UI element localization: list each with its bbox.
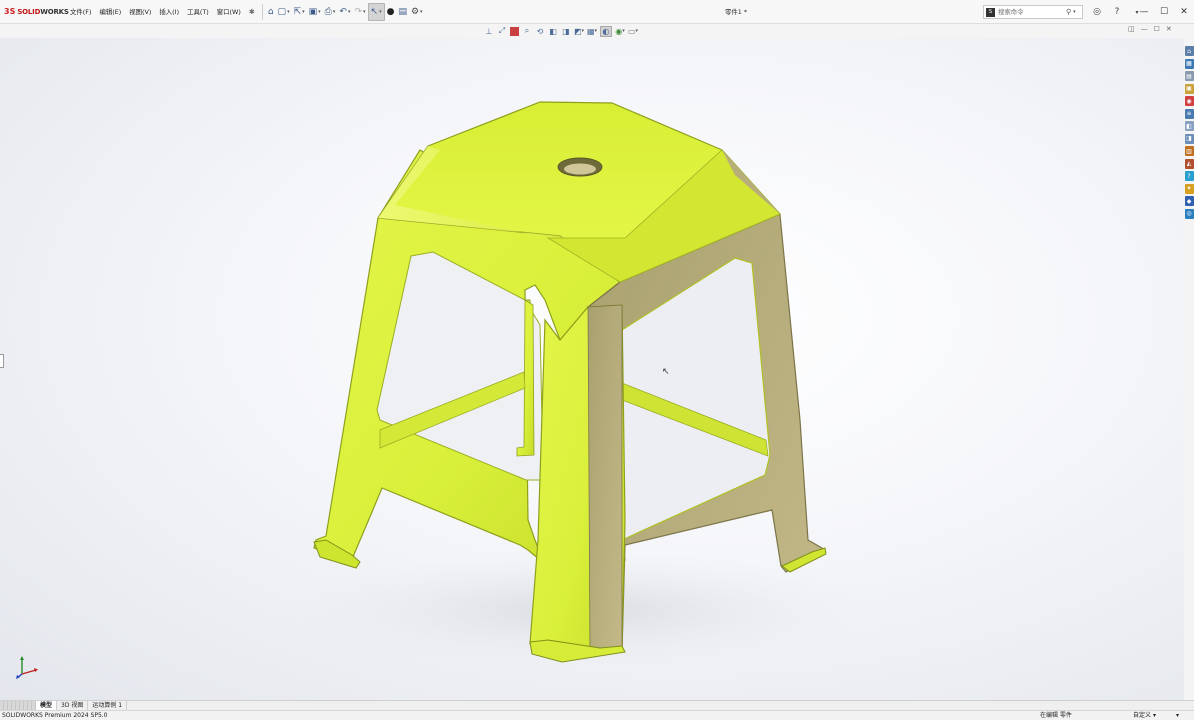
editing-status: 在编辑 零件 [1040,712,1072,719]
learning-icon[interactable]: ◎ [1184,208,1194,219]
product-version: SOLIDWORKS Premium 2024 SP5.0 [2,712,108,719]
search-commands: S ⚲ ▾ [983,5,1083,19]
heads-up-view-toolbar: ⊥ ⤢ ⌕ ⟲ ◧ ◨ ◩ ▾ ▦ ▾ ◐ ◉ ▾ ▭ ▾ [484,24,638,38]
tab-scroll-controls[interactable] [0,701,36,710]
menu-tools[interactable]: 工具(T) [183,0,213,24]
unit-system-label: 自定义 [1133,712,1152,719]
unit-system[interactable]: 自定义 ▾ [1133,711,1156,720]
menu-file[interactable]: 文件(F) [66,0,95,24]
undo-icon[interactable]: ↶ ▾ [337,3,352,21]
apply-scene-icon[interactable]: ◉ ▾ [615,26,625,37]
status-help-icon[interactable]: ▾ [1176,711,1179,720]
edit-appearance-icon[interactable]: ◐ [600,25,612,37]
feature-manager-expand-handle[interactable] [0,354,4,368]
toolbox-icon[interactable]: ▥ [1184,146,1194,156]
title-menu-bar: 3S SOLIDWORKS 文件(F) 编辑(E) 视图(V) 插入(I) 工具… [0,0,1194,24]
menu-view[interactable]: 视图(V) [125,0,155,24]
display-settings-icon[interactable]: ▭ ▾ [628,26,638,37]
reference-triad-icon [16,656,38,679]
front-center-leg-shaded [587,304,623,651]
command-search-icon[interactable]: S [986,7,995,17]
solidworks-window: 3S SOLIDWORKS 文件(F) 编辑(E) 视图(V) 插入(I) 工具… [0,0,1194,720]
zoom-to-fit-icon[interactable]: ⤢ [497,26,507,37]
viewport-restore-icon[interactable]: ◫ [1128,25,1135,33]
dynamic-annotation-icon[interactable]: ◧ [548,26,558,37]
view-palette-icon[interactable]: ▣ [1184,83,1194,94]
home-icon[interactable]: ⌂ [266,3,276,21]
task-pane: ⌂ ▦ ▤ ▣ ◉ ≡ ◧ ◨ ▥ ◭ ? ✦ ◆ ◎ [1184,46,1194,226]
search-dropdown-icon[interactable]: ▾ [1073,9,1076,15]
document-title: 零件1 * [724,8,748,16]
maximize-icon[interactable]: ☐ [1154,0,1174,24]
window-controls: — ☐ ✕ [1134,0,1194,24]
save-icon[interactable]: ▣ ▾ [307,3,323,21]
tab-3d-views[interactable]: 3D 视图 [57,701,89,710]
menu-window[interactable]: 窗口(W) [213,0,245,24]
help-icon[interactable]: ? [1110,4,1124,20]
status-bar: SOLIDWORKS Premium 2024 SP5.0 在编辑 零件 自定义… [0,710,1194,720]
open-icon[interactable]: ⇱ ▾ [292,3,307,21]
solidworks-forum-icon[interactable]: ◧ [1184,121,1194,131]
toolbar-separator [261,3,263,20]
file-explorer-icon[interactable]: ▤ [1184,71,1194,81]
brand-name: SOLIDWORKS [17,7,69,16]
viewport-maximize-icon[interactable]: ☐ [1154,25,1160,33]
options-icon[interactable]: ⚙ ▾ [409,3,425,21]
menu-insert[interactable]: 插入(I) [155,0,183,24]
view-settings-icon[interactable]: ◨ [561,26,571,37]
view-orientation-icon[interactable]: ⊥ [484,26,494,37]
solidworks-resources-icon[interactable]: ⌂ [1184,46,1194,56]
ds-logo-icon: 3S [4,7,16,16]
search-box: S ⚲ ▾ [983,5,1083,19]
document-tabs-bar: 模型 3D 视图 运动算例 1 [0,700,1194,710]
zoom-area-icon[interactable]: ⌕ [522,26,532,37]
select-icon[interactable]: ↖ ▾ [367,2,385,21]
print-icon[interactable]: ⎙ ▾ [323,3,338,21]
hide-show-icon[interactable]: ▦ ▾ [587,26,597,37]
quick-access-toolbar: ⌂ ▢ ▾ ⇱ ▾ ▣ ▾ ⎙ ▾ ↶ ▾ ↷ ▾ ↖ ▾ ● ▤ ⚙ ▾ [266,0,425,24]
display-style-icon[interactable]: ◩ ▾ [574,26,584,37]
file-properties-icon[interactable]: ▤ [396,3,409,21]
appearances-icon[interactable]: ◉ [1184,96,1194,106]
tab-model[interactable]: 模型 [36,701,58,710]
menu-edit[interactable]: 编辑(E) [95,0,125,24]
search-input[interactable] [998,8,1064,16]
previous-view-icon[interactable]: ⟲ [535,26,545,37]
redo-icon[interactable]: ↷ ▾ [352,3,367,21]
pin-menu-icon[interactable]: ✱ [245,0,259,24]
custom-properties-icon[interactable]: ≡ [1184,108,1194,119]
viewport-close-icon[interactable]: ✕ [1166,25,1172,33]
3dexperience-icon[interactable]: ◨ [1184,133,1194,144]
viewport-window-controls: ◫ — ☐ ✕ [1128,25,1172,33]
plastics-icon[interactable]: ◭ [1184,158,1194,169]
close-icon[interactable]: ✕ [1174,0,1194,24]
help-pane-icon[interactable]: ? [1184,171,1194,181]
seat-hole-inner [564,163,596,175]
design-library-icon[interactable]: ▦ [1184,58,1194,69]
graphics-area[interactable]: ↖ [0,38,1184,700]
mouse-cursor-icon: ↖ [662,367,670,377]
viewport-minimize-icon[interactable]: — [1141,25,1148,33]
new-document-icon[interactable]: ▢ ▾ [276,3,292,21]
my-products-icon[interactable]: ◆ [1184,196,1194,206]
minimize-icon[interactable]: — [1134,0,1154,24]
tab-motion-study[interactable]: 运动算例 1 [88,701,128,710]
stool-model[interactable] [0,38,1184,700]
user-icon[interactable]: ◎ [1090,4,1104,20]
unit-system-dropdown-icon: ▾ [1152,712,1156,719]
marketplace-icon[interactable]: ✦ [1184,183,1194,194]
solidworks-logo[interactable]: 3S SOLIDWORKS [0,0,69,24]
rebuild-icon[interactable]: ● [385,3,397,21]
search-icon[interactable]: ⚲ [1066,8,1071,16]
section-view-icon[interactable] [510,26,519,36]
